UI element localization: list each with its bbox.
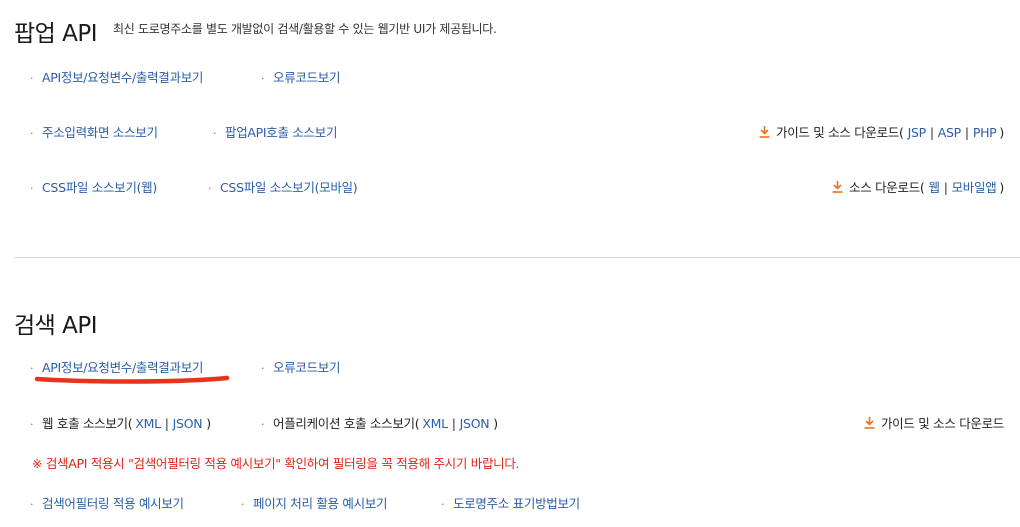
search-error-code-label: 오류코드보기 — [273, 360, 341, 375]
addr-input-source-label: 주소입력화면 소스보기 — [42, 125, 158, 140]
guide-asp-link[interactable]: ASP — [938, 125, 961, 140]
filter-example-label: 검색어필터링 적용 예시보기 — [42, 496, 184, 511]
bullet-icon: · — [441, 498, 445, 511]
road-addr-notation-label: 도로명주소 표기방법보기 — [453, 496, 580, 511]
bullet-icon: · — [30, 127, 34, 140]
bullet-icon: · — [261, 72, 265, 85]
web-call-json-link[interactable]: JSON — [173, 416, 203, 431]
app-call-json-link[interactable]: JSON — [460, 416, 490, 431]
bullet-icon: · — [213, 127, 217, 140]
separator: | — [929, 125, 934, 140]
search-api-title: 검색 API — [14, 313, 98, 339]
bullet-icon: · — [261, 418, 265, 431]
popup-guide-download: 가이드 및 소스 다운로드(JSP | ASP | PHP) — [759, 122, 1004, 141]
separator: | — [451, 416, 456, 431]
paging-example-link[interactable]: · 페이지 처리 활용 예시보기 — [241, 493, 388, 512]
addr-input-source-link[interactable]: · 주소입력화면 소스보기 — [30, 122, 158, 141]
popup-error-code-link[interactable]: · 오류코드보기 — [261, 67, 341, 86]
css-mobile-link[interactable]: · CSS파일 소스보기(모바일) — [208, 177, 358, 196]
guide-php-link[interactable]: PHP — [973, 125, 997, 140]
road-addr-notation-link[interactable]: · 도로명주소 표기방법보기 — [441, 493, 580, 512]
filter-example-link[interactable]: · 검색어필터링 적용 예시보기 — [30, 493, 184, 512]
app-call-source: · 어플리케이션 호출 소스보기(XML | JSON) — [261, 413, 498, 432]
separator: | — [164, 416, 169, 431]
separator: | — [964, 125, 969, 140]
css-web-link[interactable]: · CSS파일 소스보기(웹) — [30, 177, 157, 196]
popup-error-code-label: 오류코드보기 — [273, 70, 341, 85]
app-call-xml-link[interactable]: XML — [422, 416, 448, 431]
bullet-icon: · — [30, 182, 34, 195]
guide-jsp-link[interactable]: JSP — [908, 125, 927, 140]
close-paren: ) — [999, 125, 1004, 140]
web-call-xml-link[interactable]: XML — [135, 416, 161, 431]
web-call-label: 웹 호출 소스보기( — [42, 416, 133, 431]
close-paren: ) — [999, 180, 1004, 195]
app-call-label: 어플리케이션 호출 소스보기( — [273, 416, 420, 431]
css-web-label: CSS파일 소스보기(웹) — [42, 180, 157, 195]
search-error-code-link[interactable]: · 오류코드보기 — [261, 357, 341, 376]
bullet-icon: · — [30, 72, 34, 85]
download-arrow-icon — [759, 126, 770, 138]
source-mobile-link[interactable]: 모바일앱 — [952, 180, 997, 195]
bullet-icon: · — [241, 498, 245, 511]
popup-api-description: 최신 도로명주소를 별도 개발없이 검색/활용할 수 있는 웹기반 UI가 제공… — [113, 22, 497, 36]
popup-api-info-link[interactable]: · API정보/요청변수/출력결과보기 — [30, 67, 203, 86]
paging-example-label: 페이지 처리 활용 예시보기 — [253, 496, 388, 511]
source-web-link[interactable]: 웹 — [928, 180, 940, 195]
bullet-icon: · — [261, 362, 265, 375]
close-paren: ) — [206, 416, 211, 431]
popup-api-info-label: API정보/요청변수/출력결과보기 — [42, 70, 204, 85]
web-call-source: · 웹 호출 소스보기(XML | JSON) — [30, 413, 211, 432]
bullet-icon: · — [208, 182, 212, 195]
popup-call-source-link[interactable]: · 팝업API호출 소스보기 — [213, 122, 337, 141]
close-paren: ) — [493, 416, 498, 431]
download-arrow-icon — [832, 181, 843, 193]
bullet-icon: · — [30, 498, 34, 511]
popup-call-source-label: 팝업API호출 소스보기 — [225, 125, 338, 140]
popup-guide-download-label: 가이드 및 소스 다운로드( — [776, 125, 904, 140]
source-download-label: 소스 다운로드( — [849, 180, 925, 195]
css-mobile-label: CSS파일 소스보기(모바일) — [220, 180, 358, 195]
highlight-underline — [34, 375, 230, 384]
source-download: 소스 다운로드(웹 | 모바일앱) — [832, 177, 1004, 196]
bullet-icon: · — [30, 418, 34, 431]
separator: | — [943, 180, 948, 195]
filter-notice: ※ 검색API 적용시 "검색어필터링 적용 예시보기" 확인하여 필터링을 꼭… — [32, 456, 520, 471]
search-guide-download-link[interactable]: 가이드 및 소스 다운로드 — [864, 413, 1004, 432]
popup-api-title: 팝업 API — [14, 21, 98, 47]
section-divider — [14, 257, 1020, 258]
download-arrow-icon — [864, 417, 875, 429]
search-guide-download-label: 가이드 및 소스 다운로드 — [880, 416, 1004, 431]
